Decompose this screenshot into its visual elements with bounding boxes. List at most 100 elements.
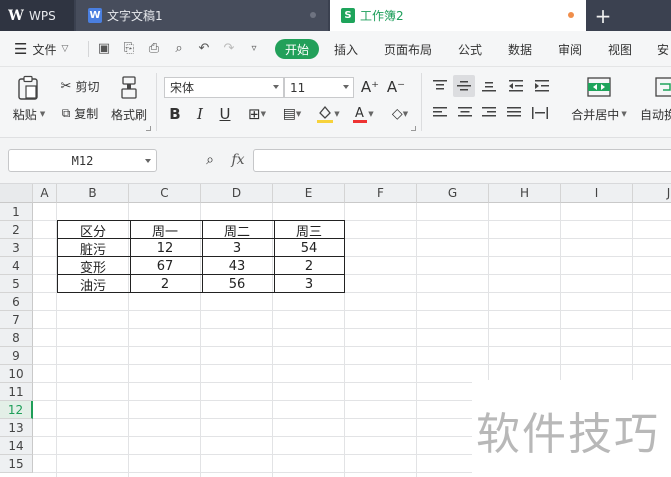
font-name-select[interactable]: 宋体	[164, 77, 284, 98]
row-header-7[interactable]: 7	[0, 311, 33, 329]
table-cell[interactable]: 2	[129, 275, 201, 293]
redo-icon[interactable]: ↷	[221, 40, 237, 56]
table-cell[interactable]: 12	[129, 239, 201, 257]
row-header-3[interactable]: 3	[0, 239, 33, 257]
column-header-A[interactable]: A	[33, 184, 57, 203]
paste-button[interactable]: 粘贴 ▼	[10, 105, 48, 123]
row-header-4[interactable]: 4	[0, 257, 33, 275]
new-tab-button[interactable]: +	[590, 0, 616, 31]
customize-toolbar-icon[interactable]: ▿	[246, 40, 262, 56]
row-header-12[interactable]: 12	[0, 401, 33, 419]
column-header-H[interactable]: H	[489, 184, 561, 203]
tab-workbook[interactable]: S 工作簿2	[330, 0, 586, 31]
distributed-align-icon[interactable]	[530, 103, 550, 123]
table-cell[interactable]: 43	[201, 257, 273, 275]
wrap-text-icon[interactable]	[653, 75, 671, 99]
row-header-2[interactable]: 2	[0, 221, 33, 239]
formula-input[interactable]	[253, 149, 671, 172]
underline-icon[interactable]: U	[216, 103, 234, 125]
row-header-6[interactable]: 6	[0, 293, 33, 311]
font-launcher-icon[interactable]	[411, 126, 416, 131]
align-center-icon[interactable]	[455, 103, 475, 123]
print-preview-icon[interactable]: ⌕	[171, 40, 187, 56]
table-cell[interactable]: 油污	[57, 275, 129, 294]
italic-icon[interactable]: I	[191, 103, 209, 125]
table-header-cell[interactable]: 周一	[129, 221, 201, 240]
tab-page-layout[interactable]: 页面布局	[384, 31, 432, 67]
clear-format-icon[interactable]: ◇ ▼	[386, 103, 414, 125]
borders-icon[interactable]: ⊞ ▼	[243, 103, 271, 125]
wrap-text-button[interactable]: 自动换	[640, 105, 671, 123]
column-header-I[interactable]: I	[561, 184, 633, 203]
decrease-font-icon[interactable]: A⁻	[386, 76, 406, 98]
align-middle-icon[interactable]	[453, 75, 475, 97]
tab-start[interactable]: 开始	[275, 39, 319, 59]
decrease-indent-icon[interactable]	[506, 76, 526, 96]
column-header-F[interactable]: F	[345, 184, 417, 203]
tab-formula[interactable]: 公式	[458, 31, 482, 67]
export-pdf-icon[interactable]: ⎘	[121, 40, 137, 56]
tab-security[interactable]: 安	[657, 31, 669, 67]
font-color-icon[interactable]: A ▼	[349, 103, 377, 125]
table-header-cell[interactable]: 周三	[273, 221, 345, 240]
table-cell[interactable]: 2	[273, 257, 345, 275]
row-header-1[interactable]: 1	[0, 203, 33, 221]
fill-pattern-icon[interactable]: ▤ ▼	[278, 103, 306, 125]
undo-icon[interactable]: ↶	[196, 40, 212, 56]
tab-insert[interactable]: 插入	[334, 31, 358, 67]
increase-font-icon[interactable]: A⁺	[360, 76, 380, 98]
column-header-B[interactable]: B	[57, 184, 129, 203]
merge-center-button[interactable]: 合并居中 ▼	[568, 105, 630, 123]
align-right-icon[interactable]	[479, 103, 499, 123]
table-header-cell[interactable]: 周二	[201, 221, 273, 240]
select-all-corner[interactable]	[0, 184, 33, 203]
row-header-15[interactable]: 15	[0, 455, 33, 473]
align-top-icon[interactable]	[430, 76, 450, 96]
tab-data[interactable]: 数据	[508, 31, 532, 67]
row-header-8[interactable]: 8	[0, 329, 33, 347]
column-header-C[interactable]: C	[129, 184, 201, 203]
tab-document[interactable]: W 文字文稿1	[76, 0, 328, 31]
column-header-G[interactable]: G	[417, 184, 489, 203]
tab-close-icon[interactable]	[310, 12, 316, 18]
format-painter-icon[interactable]	[116, 75, 142, 101]
cut-button[interactable]: ✂ 剪切	[57, 77, 103, 95]
table-cell[interactable]: 67	[129, 257, 201, 275]
tab-view[interactable]: 视图	[608, 31, 632, 67]
function-icon[interactable]: fx	[228, 151, 248, 169]
justify-icon[interactable]	[504, 103, 524, 123]
file-menu[interactable]: ☰ 文件 ▽	[14, 31, 68, 67]
align-bottom-icon[interactable]	[479, 76, 499, 96]
row-header-11[interactable]: 11	[0, 383, 33, 401]
column-header-J[interactable]: J	[633, 184, 671, 203]
row-header-13[interactable]: 13	[0, 419, 33, 437]
table-header-cell[interactable]: 区分	[57, 221, 129, 240]
font-size-select[interactable]: 11	[284, 77, 354, 98]
paste-icon[interactable]	[14, 75, 42, 101]
format-painter-button[interactable]: 格式刷	[109, 105, 149, 123]
tab-review[interactable]: 审阅	[558, 31, 582, 67]
tab-unsaved-indicator-icon[interactable]	[568, 12, 574, 18]
merge-center-icon[interactable]	[585, 75, 613, 99]
align-left-icon[interactable]	[430, 103, 450, 123]
tab-wps-home[interactable]: W WPS	[0, 0, 74, 31]
row-header-5[interactable]: 5	[0, 275, 33, 293]
row-header-10[interactable]: 10	[0, 365, 33, 383]
column-header-E[interactable]: E	[273, 184, 345, 203]
fill-color-icon[interactable]: ▼	[313, 103, 343, 125]
zoom-search-icon[interactable]: ⌕	[201, 151, 219, 169]
name-box[interactable]: M12	[8, 149, 157, 172]
row-header-14[interactable]: 14	[0, 437, 33, 455]
increase-indent-icon[interactable]	[532, 76, 552, 96]
row-header-9[interactable]: 9	[0, 347, 33, 365]
save-icon[interactable]: ▣	[96, 40, 112, 56]
print-icon[interactable]: ⎙	[146, 40, 162, 56]
copy-button[interactable]: ⧉ 复制	[57, 104, 103, 122]
table-cell[interactable]: 3	[201, 239, 273, 257]
clipboard-launcher-icon[interactable]	[146, 126, 151, 131]
bold-icon[interactable]: B	[166, 103, 184, 125]
table-cell[interactable]: 脏污	[57, 239, 129, 258]
table-cell[interactable]: 54	[273, 239, 345, 257]
column-header-D[interactable]: D	[201, 184, 273, 203]
table-cell[interactable]: 3	[273, 275, 345, 293]
